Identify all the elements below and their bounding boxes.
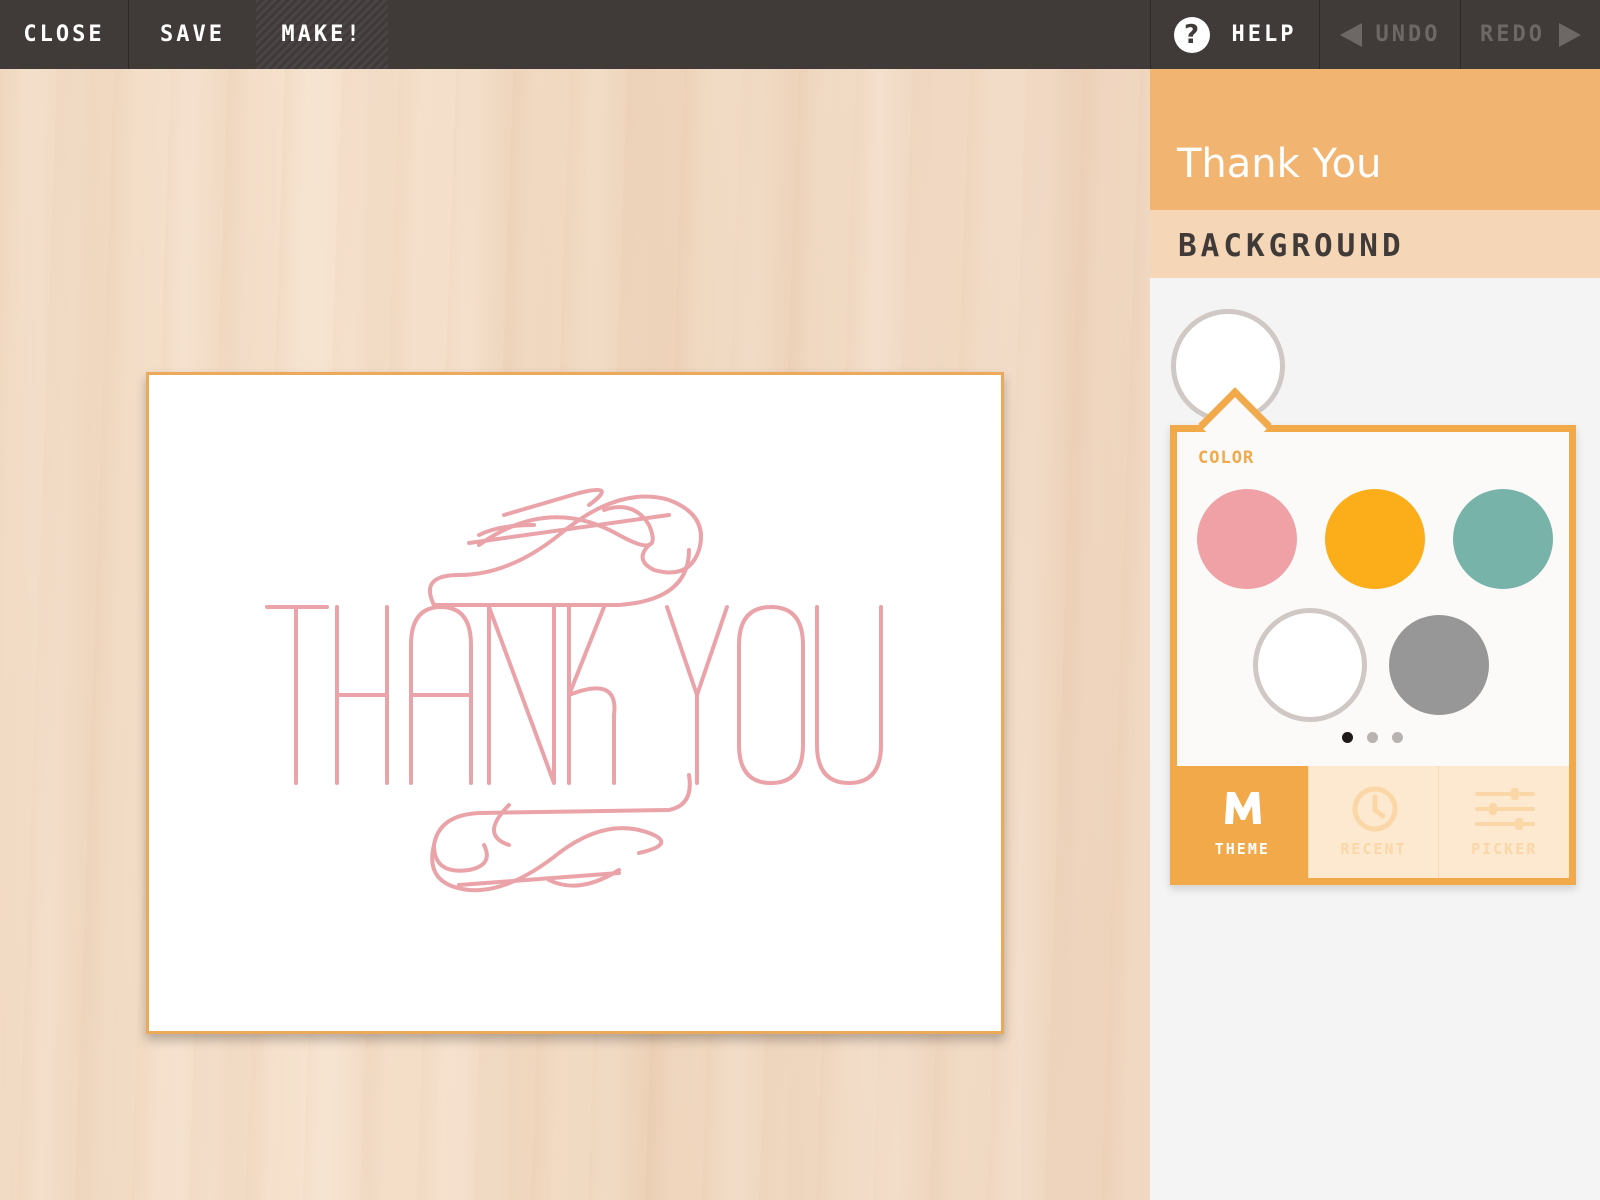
thank-you-letters [265,605,883,785]
tab-label: THEME [1214,840,1270,858]
properties-panel: Thank You BACKGROUND COLOR THEME RECENT … [1150,69,1600,1200]
toolbar: CLOSE SAVE MAKE! ? HELP UNDO REDO [0,0,1600,69]
page-indicator [1342,732,1403,743]
section-header: BACKGROUND [1150,210,1600,278]
redo-arrow-icon [1558,22,1581,47]
color-source-tabs: THEME RECENT PICKER [1177,766,1570,878]
tab-label: RECENT [1340,840,1407,858]
undo-label: UNDO [1375,22,1441,47]
color-label: COLOR [1198,448,1255,468]
help-label: HELP [1231,22,1297,47]
color-swatch-pink[interactable] [1197,489,1297,589]
page-dot[interactable] [1342,732,1353,743]
undo-button[interactable]: UNDO [1320,0,1460,69]
section-label: BACKGROUND [1178,228,1405,264]
card-preview[interactable] [146,372,1004,1034]
save-button[interactable]: SAVE [129,0,256,69]
m-logo-icon [1225,792,1261,824]
panel-header: Thank You [1150,69,1600,210]
color-popover: COLOR THEME RECENT PICKER [1170,387,1576,885]
color-swatch-yellow[interactable] [1325,489,1425,589]
undo-arrow-icon [1339,22,1362,47]
flourish-top [427,488,703,607]
color-swatch-gray[interactable] [1389,615,1489,715]
redo-button[interactable]: REDO [1461,0,1600,69]
clock-icon [1352,786,1398,832]
panel-title: Thank You [1177,141,1382,187]
redo-label: REDO [1480,22,1545,47]
help-icon: ? [1173,16,1210,53]
tab-theme[interactable]: THEME [1177,766,1308,878]
wood-canvas [0,69,1150,1200]
page-dot[interactable] [1367,732,1378,743]
thank-you-artwork [265,488,883,893]
color-swatch-white[interactable] [1253,608,1367,722]
tab-recent[interactable]: RECENT [1307,766,1439,878]
tab-picker[interactable]: PICKER [1438,766,1570,878]
color-swatch-teal[interactable] [1453,489,1553,589]
help-button[interactable]: ? HELP [1151,0,1319,69]
tab-label: PICKER [1471,840,1538,858]
make-button[interactable]: MAKE! [256,0,388,69]
flourish-bottom [430,773,692,893]
page-dot[interactable] [1392,732,1403,743]
sliders-icon [1475,788,1536,830]
close-button[interactable]: CLOSE [0,0,128,69]
